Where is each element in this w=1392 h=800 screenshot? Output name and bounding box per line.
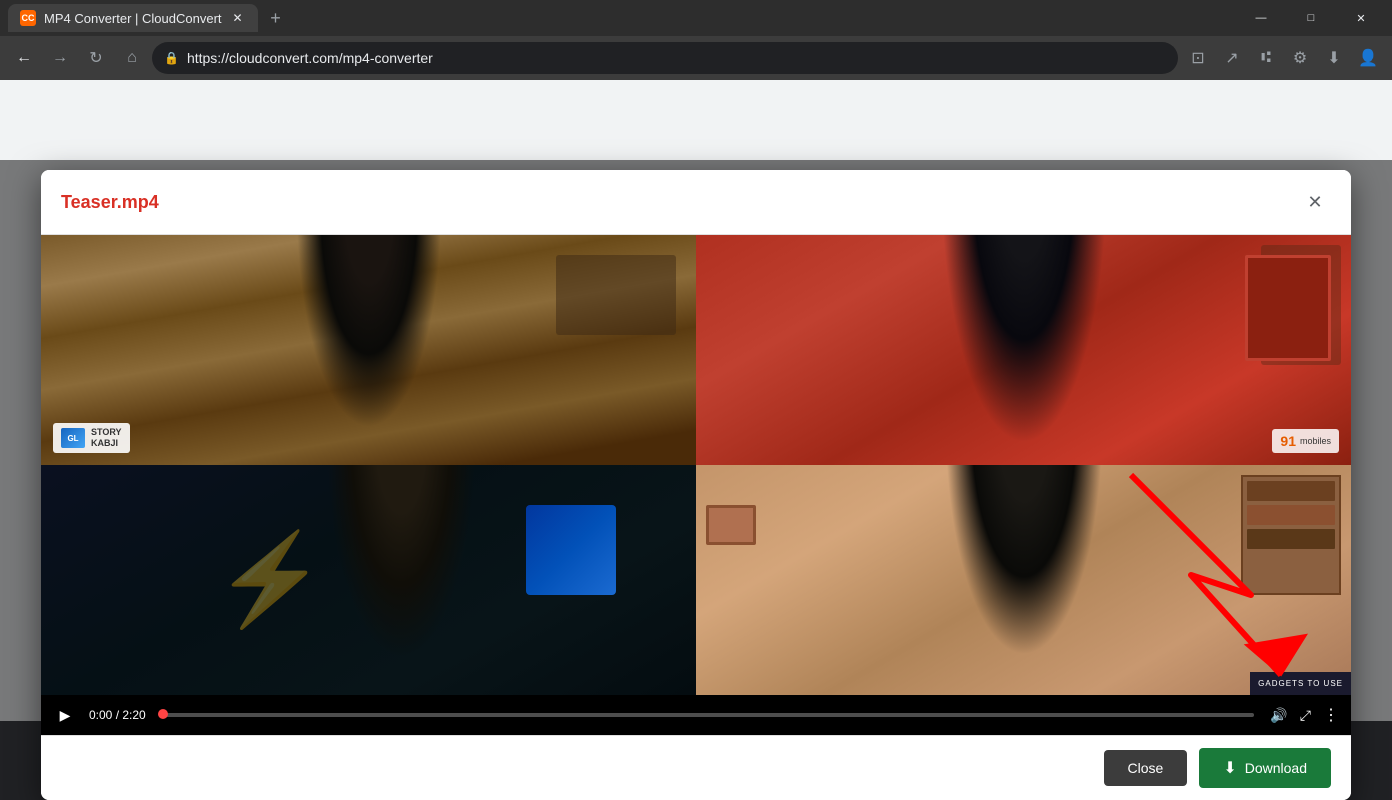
person-bl (314, 465, 489, 695)
forward-button[interactable]: → (44, 42, 76, 74)
profile-button[interactable]: 👤 (1352, 42, 1384, 74)
gadgets-watermark: GADGETS TO USE (1250, 672, 1351, 695)
watermark-91: 91 (1280, 433, 1296, 449)
address-text: https://cloudconvert.com/mp4-converter (187, 50, 1166, 66)
cast-button[interactable]: ⊡ (1182, 42, 1214, 74)
modal-close-button[interactable]: ✕ (1299, 186, 1331, 218)
minimize-button[interactable]: — (1238, 0, 1284, 36)
modal-overlay: Teaser.mp4 ✕ (0, 160, 1392, 721)
modal-header: Teaser.mp4 ✕ (41, 170, 1351, 235)
download-indicator[interactable]: ⬇ (1318, 42, 1350, 74)
download-button[interactable]: ⬇ Download (1199, 748, 1331, 788)
shelf-items-tl (556, 255, 676, 335)
maximize-button[interactable]: □ (1288, 0, 1334, 36)
refresh-button[interactable]: ↻ (80, 42, 112, 74)
progress-played (162, 713, 164, 717)
video-cell-bottom-right: GADGETS TO USE (696, 465, 1351, 695)
video-container: GL STORY KABJI (41, 235, 1351, 735)
download-cloud-icon: ⬇ (1223, 758, 1236, 778)
lock-icon: 🔒 (164, 51, 179, 65)
video-frame-tl (41, 235, 696, 465)
person-tl (284, 235, 454, 465)
nav-bar: ← → ↻ ⌂ 🔒 https://cloudconvert.com/mp4-c… (0, 36, 1392, 80)
watermark-top-left: GL STORY KABJI (53, 423, 130, 453)
modal-title: Teaser.mp4 (61, 192, 159, 213)
video-frame-tr (696, 235, 1351, 465)
video-controls: ▶ 0:00 / 2:20 🔊 ⤢ ⋮ (41, 695, 1351, 735)
tab-close-button[interactable]: ✕ (230, 10, 246, 26)
extensions-button[interactable]: ⑆ (1250, 42, 1282, 74)
home-button[interactable]: ⌂ (116, 42, 148, 74)
watermark-text-tl: STORY KABJI (91, 427, 122, 449)
picture-frame-br (706, 505, 756, 545)
video-cell-top-left: GL STORY KABJI (41, 235, 696, 465)
lightning-icon: ⚡ (214, 535, 326, 625)
time-display: 0:00 / 2:20 (89, 708, 146, 722)
more-options-button[interactable]: ⋮ (1323, 705, 1339, 725)
shelf-tr (1261, 245, 1341, 365)
window-close-button[interactable]: ✕ (1338, 0, 1384, 36)
address-bar[interactable]: 🔒 https://cloudconvert.com/mp4-converter (152, 42, 1178, 74)
video-frame-br (696, 465, 1351, 695)
tab-title: MP4 Converter | CloudConvert (44, 11, 222, 26)
video-frame-bl: ⚡ (41, 465, 696, 695)
preview-modal: Teaser.mp4 ✕ (41, 170, 1351, 800)
page-content: Teaser.mp4 ✕ (0, 80, 1392, 721)
new-tab-button[interactable]: + (262, 4, 290, 32)
browser-chrome: CC MP4 Converter | CloudConvert ✕ + — □ … (0, 0, 1392, 80)
tab-favicon: CC (20, 10, 36, 26)
play-button[interactable]: ▶ (53, 703, 77, 727)
blue-panel (526, 505, 616, 595)
watermark-top-right: 91 mobiles (1272, 429, 1339, 453)
toolbar-icons: ⊡ ↗ ⑆ ⚙ ⬇ 👤 (1182, 42, 1384, 74)
browser-tab[interactable]: CC MP4 Converter | CloudConvert ✕ (8, 4, 258, 32)
close-button[interactable]: Close (1104, 750, 1188, 786)
download-label: Download (1245, 760, 1307, 776)
watermark-logo: GL (61, 428, 85, 448)
share-button[interactable]: ↗ (1216, 42, 1248, 74)
bookshelf-br (1241, 475, 1341, 595)
video-controls-right: 🔊 ⤢ ⋮ (1270, 705, 1339, 725)
person-tr (934, 235, 1114, 465)
video-cell-top-right: 91 mobiles (696, 235, 1351, 465)
person-br (931, 465, 1116, 695)
plant-tr (1281, 265, 1301, 295)
video-grid: GL STORY KABJI (41, 235, 1351, 695)
settings-button[interactable]: ⚙ (1284, 42, 1316, 74)
video-cell-bottom-left: ⚡ (41, 465, 696, 695)
window-controls: — □ ✕ (1238, 0, 1384, 36)
watermark-mobiles-text: mobiles (1300, 436, 1331, 446)
back-button[interactable]: ← (8, 42, 40, 74)
modal-footer: Close ⬇ Download (41, 735, 1351, 800)
title-bar: CC MP4 Converter | CloudConvert ✕ + — □ … (0, 0, 1392, 36)
progress-bar[interactable] (162, 713, 1255, 717)
